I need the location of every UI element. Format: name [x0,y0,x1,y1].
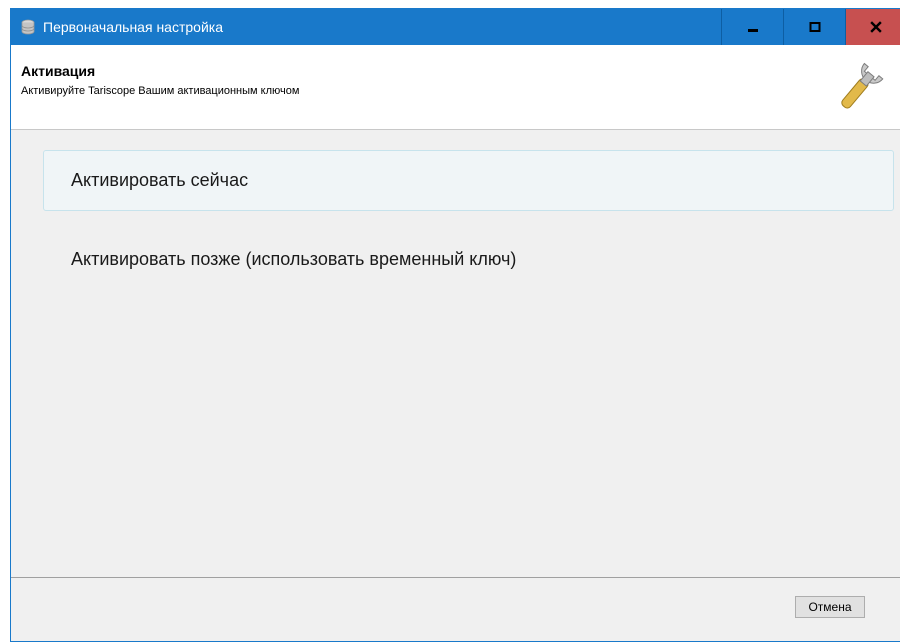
cancel-button[interactable]: Отмена [795,596,865,618]
activate-now-option[interactable]: Активировать сейчас [43,150,894,211]
footer-divider [11,577,900,578]
database-icon [21,19,35,35]
maximize-icon [809,22,820,32]
page-subtitle: Активируйте Tariscope Вашим активационны… [21,85,300,97]
window-title: Первоначальная настройка [43,19,223,35]
page-title: Активация [21,63,96,79]
activate-later-option[interactable]: Активировать позже (использовать временн… [43,229,894,290]
page-header: Активация Активируйте Tariscope Вашим ак… [11,45,900,130]
setup-dialog: Первоначальная настройка Активация Актив… [10,8,900,642]
title-bar[interactable]: Первоначальная настройка [11,9,900,45]
close-icon [870,21,882,33]
close-button[interactable] [845,9,900,45]
minimize-icon [747,29,758,32]
wrench-icon [841,62,884,109]
maximize-button[interactable] [783,9,845,45]
minimize-button[interactable] [721,9,783,45]
